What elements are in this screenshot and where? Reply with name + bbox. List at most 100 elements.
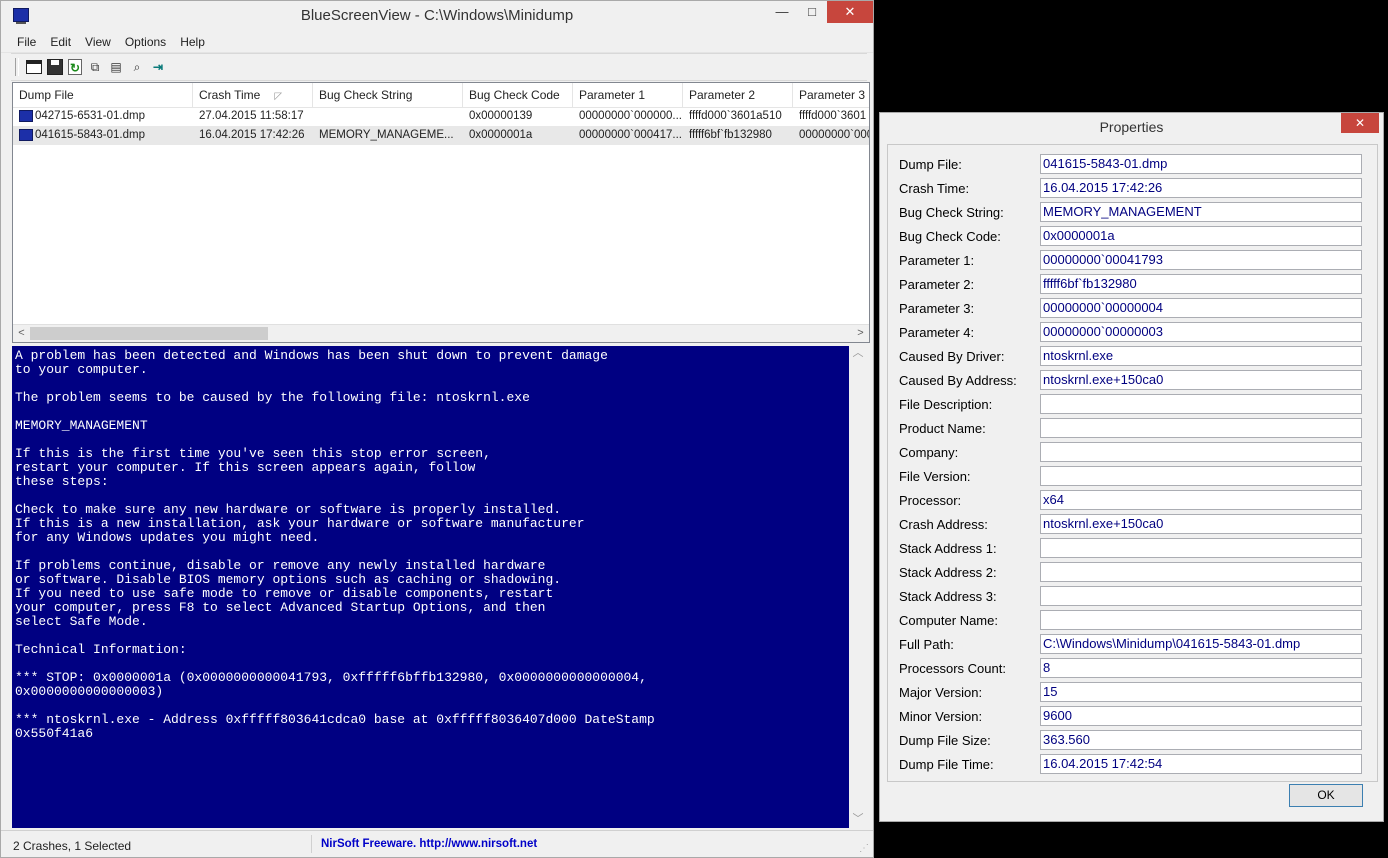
property-row: Crash Time: 16.04.2015 17:42:26 [888,178,1377,198]
column-parameter-3[interactable]: Parameter 3 [793,83,869,107]
bsod-line: Check to make sure any new hardware or s… [15,502,562,517]
property-value-field[interactable] [1040,562,1362,582]
property-row: Computer Name: [888,610,1377,630]
property-value-field[interactable] [1040,442,1362,462]
property-row: Bug Check String: MEMORY_MANAGEMENT [888,202,1377,222]
refresh-icon[interactable]: ↻ [68,59,82,75]
exit-icon[interactable]: ⇥ [150,59,166,75]
property-value-field[interactable]: 9600 [1040,706,1362,726]
column-parameter-1[interactable]: Parameter 1 [573,83,683,107]
vertical-scrollbar[interactable]: ︿ ﹀ [849,346,867,828]
property-value-field[interactable]: ntoskrnl.exe [1040,346,1362,366]
scroll-left-icon[interactable]: < [13,325,30,342]
property-label: Bug Check String: [899,205,1004,220]
scroll-thumb[interactable] [30,327,268,340]
property-label: Stack Address 3: [899,589,997,604]
column-dump-file[interactable]: Dump File [13,83,193,107]
property-value-field[interactable]: fffff6bf`fb132980 [1040,274,1362,294]
find-icon[interactable]: ⌕ [129,59,145,75]
bsod-line: for any Windows updates you might need. [15,530,320,545]
column-parameter-2[interactable]: Parameter 2 [683,83,793,107]
horizontal-scrollbar[interactable]: < > [13,324,869,342]
property-value-field[interactable]: 16.04.2015 17:42:54 [1040,754,1362,774]
title-bar[interactable]: BlueScreenView - C:\Windows\Minidump — □… [1,1,873,31]
menu-help[interactable]: Help [174,35,211,49]
property-value-field[interactable]: 00000000`00000003 [1040,322,1362,342]
resize-grip-icon[interactable]: ⋰ [859,843,869,854]
property-label: Parameter 1: [899,253,975,268]
property-value-field[interactable] [1040,610,1362,630]
bsod-line: If you need to use safe mode to remove o… [15,586,554,601]
properties-icon[interactable] [26,60,42,74]
property-row: Bug Check Code: 0x0000001a [888,226,1377,246]
table-row-selected[interactable]: 041615-5843-01.dmp 16.04.2015 17:42:26 M… [13,126,869,145]
bsod-line: to your computer. [15,362,148,377]
bsod-line: restart your computer. If this screen ap… [15,460,476,475]
scroll-down-icon[interactable]: ﹀ [849,812,867,826]
save-icon[interactable] [47,59,63,75]
bsod-line: 0x0000000000000003) [15,684,164,699]
scroll-up-icon[interactable]: ︿ [849,346,867,360]
bsod-line: A problem has been detected and Windows … [15,348,608,363]
bsod-line: *** STOP: 0x0000001a (0x0000000000041793… [15,670,647,685]
bsod-line: Technical Information: [15,642,187,657]
scroll-right-icon[interactable]: > [852,325,869,342]
property-value-field[interactable]: 041615-5843-01.dmp [1040,154,1362,174]
property-value-field[interactable]: x64 [1040,490,1362,510]
property-label: Processors Count: [899,661,1006,676]
property-label: File Version: [899,469,971,484]
properties-dialog: Properties ✕ Dump File: 041615-5843-01.dm… [879,112,1384,822]
nirsoft-link[interactable]: NirSoft Freeware. http://www.nirsoft.net [311,835,537,853]
dialog-close-button[interactable]: ✕ [1341,113,1379,133]
menu-edit[interactable]: Edit [44,35,77,49]
properties-fields: Dump File: 041615-5843-01.dmp Crash Time: 1… [887,144,1378,782]
dump-file-icon [19,129,33,141]
column-bug-check-code[interactable]: Bug Check Code [463,83,573,107]
property-label: Dump File Size: [899,733,991,748]
property-value-field[interactable]: 8 [1040,658,1362,678]
crash-list[interactable]: Dump File Crash Time ◸ Bug Check String B… [12,82,870,343]
property-value-field[interactable]: 15 [1040,682,1362,702]
cell-parameter-3: 00000000`000 [799,129,870,141]
copy-icon[interactable]: ⧉ [87,59,103,75]
property-value-field[interactable] [1040,586,1362,606]
property-value-field[interactable]: 16.04.2015 17:42:26 [1040,178,1362,198]
property-value-field[interactable] [1040,418,1362,438]
property-value-field[interactable]: 00000000`00000004 [1040,298,1362,318]
maximize-button[interactable]: □ [797,1,827,23]
column-bug-check-string[interactable]: Bug Check String [313,83,463,107]
property-value-field[interactable]: ntoskrnl.exe+150ca0 [1040,514,1362,534]
property-value-field[interactable]: 363.560 [1040,730,1362,750]
property-value-field[interactable]: ntoskrnl.exe+150ca0 [1040,370,1362,390]
cell-dump-file: 042715-6531-01.dmp [13,107,193,126]
property-row: Stack Address 2: [888,562,1377,582]
list-header: Dump File Crash Time ◸ Bug Check String B… [13,83,869,108]
property-value-field[interactable]: 00000000`00041793 [1040,250,1362,270]
property-value-field[interactable]: MEMORY_MANAGEMENT [1040,202,1362,222]
property-label: Caused By Address: [899,373,1017,388]
column-crash-time[interactable]: Crash Time ◸ [193,83,313,107]
property-value-field[interactable] [1040,394,1362,414]
bsod-line: these steps: [15,474,109,489]
bsod-line [15,545,846,559]
property-value-field[interactable] [1040,466,1362,486]
ok-button[interactable]: OK [1289,784,1363,807]
html-report-icon[interactable]: ▤ [108,59,124,75]
property-row: Minor Version: 9600 [888,706,1377,726]
close-button[interactable]: ✕ [827,1,873,23]
blue-screen-preview: A problem has been detected and Windows … [12,346,849,828]
table-row[interactable]: 042715-6531-01.dmp 27.04.2015 11:58:17 0… [13,107,869,126]
property-value-field[interactable]: C:\Windows\Minidump\041615-5843-01.dmp [1040,634,1362,654]
property-value-field[interactable]: 0x0000001a [1040,226,1362,246]
minimize-button[interactable]: — [767,1,797,23]
bsod-line [15,489,846,503]
property-row: File Version: [888,466,1377,486]
menu-view[interactable]: View [79,35,117,49]
cell-crash-time: 16.04.2015 17:42:26 [199,129,305,141]
menu-options[interactable]: Options [119,35,172,49]
property-row: Parameter 4: 00000000`00000003 [888,322,1377,342]
bsod-line [15,405,846,419]
bsod-line: select Safe Mode. [15,614,148,629]
menu-file[interactable]: File [11,35,42,49]
property-value-field[interactable] [1040,538,1362,558]
